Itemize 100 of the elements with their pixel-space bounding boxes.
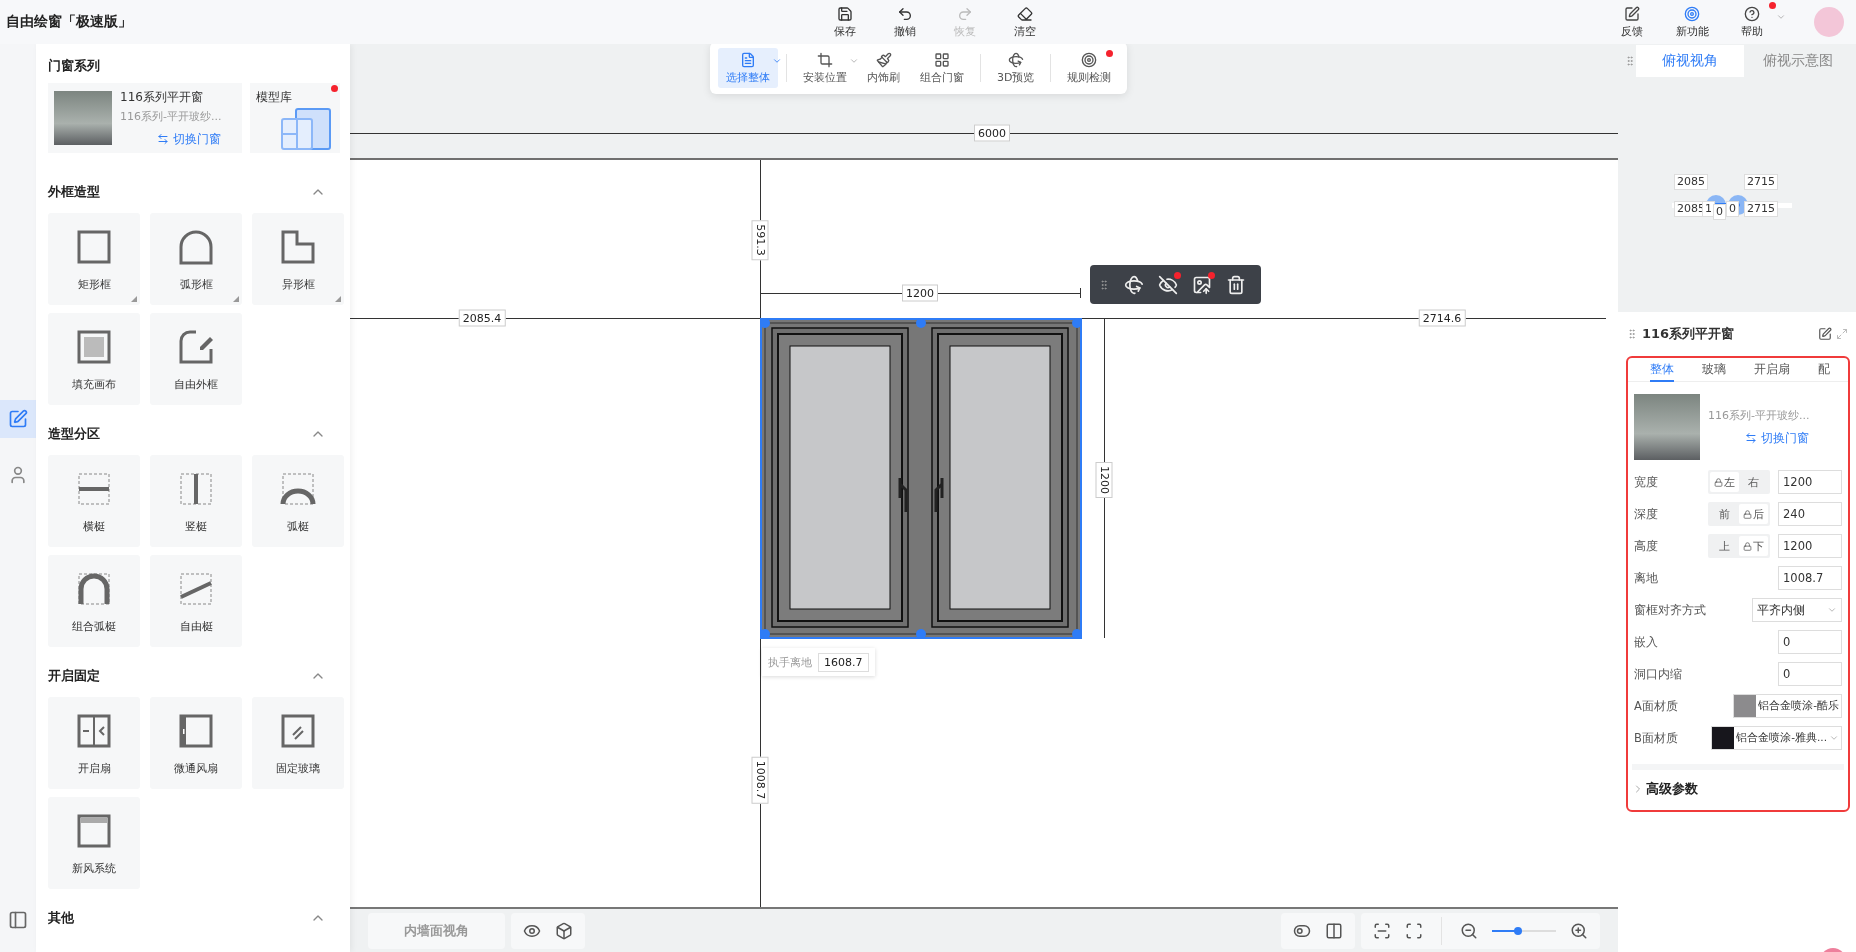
rotate-3d-icon: [1007, 51, 1024, 68]
shape-tile[interactable]: 自由外框: [150, 313, 242, 405]
shape-tile[interactable]: 异形框: [252, 213, 344, 305]
field-label: 窗框对齐方式: [1634, 602, 1707, 618]
switch-link[interactable]: 切换门窗: [157, 130, 222, 148]
tool-button[interactable]: 选择整体: [718, 48, 778, 88]
dimension-label: 2085: [1674, 174, 1708, 190]
view-tab[interactable]: 俯视视角: [1636, 45, 1744, 77]
switch-link[interactable]: 切换门窗: [1745, 429, 1810, 447]
model-library-button[interactable]: 模型库: [250, 83, 340, 153]
tool-button[interactable]: 规则检测: [1059, 48, 1120, 88]
field-label: 高度: [1634, 538, 1659, 554]
caret-icon: [1829, 733, 1839, 743]
shape-tile[interactable]: 自由梃: [150, 555, 242, 647]
field-label: 洞口内缩: [1634, 666, 1683, 682]
handle-height-label: 执手离地: [768, 654, 812, 670]
shape-tile[interactable]: 横梃: [48, 455, 140, 547]
number-input[interactable]: 0: [1778, 630, 1842, 654]
property-tab[interactable]: 玻璃: [1702, 358, 1726, 382]
shape-tile[interactable]: 弧形框: [150, 213, 242, 305]
toolbar-button[interactable]: 保存: [815, 2, 875, 42]
zoom-in-icon[interactable]: [1570, 921, 1588, 940]
drag-handle-icon[interactable]: [1098, 278, 1110, 291]
shape-tile[interactable]: 开启扇: [48, 697, 140, 789]
tool-button[interactable]: 3D预览: [989, 48, 1043, 88]
redo-icon: [957, 5, 973, 22]
dimension-label: 0: [1713, 204, 1726, 220]
notification-dot: [1769, 2, 1776, 9]
lock-option[interactable]: 右: [1739, 472, 1768, 492]
property-tab[interactable]: 开启扇: [1754, 358, 1790, 382]
swap-arrows-icon: [157, 133, 170, 145]
rotate-3d-icon[interactable]: [1124, 274, 1144, 295]
header-link[interactable]: 帮助: [1722, 2, 1782, 42]
dimension-label: 6000: [974, 124, 1010, 142]
target-icon: [1081, 51, 1098, 68]
lock-option[interactable]: 前: [1710, 504, 1739, 524]
drag-handle-icon[interactable]: [1624, 55, 1636, 67]
window-drawing[interactable]: [760, 318, 1082, 639]
swap-arrows-icon: [1745, 432, 1758, 444]
select-field[interactable]: 平齐内侧: [1752, 598, 1842, 622]
save-icon: [837, 5, 853, 22]
tool-button[interactable]: 组合门窗: [912, 48, 972, 88]
zoom-out-icon[interactable]: [1460, 921, 1478, 940]
product-card[interactable]: 116系列平开窗 116系列-平开玻纱... 切换门窗: [48, 83, 242, 153]
shape-tile[interactable]: 竖梃: [150, 455, 242, 547]
columns-icon[interactable]: [1325, 921, 1343, 940]
shape-tile[interactable]: 新风系统: [48, 797, 140, 889]
number-input[interactable]: 1008.7: [1778, 566, 1842, 590]
dimension-label: 0: [1726, 201, 1739, 217]
zoom-slider[interactable]: [1492, 929, 1556, 932]
property-tab[interactable]: 整体: [1650, 358, 1674, 382]
tool-button[interactable]: 内饰刷: [859, 48, 908, 88]
edit-icon[interactable]: [1818, 327, 1832, 341]
select-icon: [740, 51, 756, 68]
property-tab[interactable]: 配: [1818, 358, 1830, 382]
number-input[interactable]: 1200: [1778, 470, 1842, 494]
material-select[interactable]: 铝合金喷涂-雅典...: [1711, 726, 1842, 750]
trash-icon[interactable]: [1226, 274, 1246, 295]
sidebar-tab[interactable]: [0, 400, 36, 438]
tool-button[interactable]: 安装位置: [795, 48, 855, 88]
crop-icon: [817, 51, 833, 68]
shape-tile[interactable]: 固定玻璃: [252, 697, 344, 789]
slider-thumb[interactable]: [1513, 926, 1522, 935]
caret-icon: [1776, 12, 1786, 22]
cube-icon[interactable]: [555, 921, 573, 940]
shape-tile[interactable]: 微通风扇: [150, 697, 242, 789]
lock-icon: [1743, 509, 1752, 519]
header-link[interactable]: 反馈: [1602, 2, 1662, 42]
field-label: 嵌入: [1634, 634, 1659, 650]
shape-tile[interactable]: 填充画布: [48, 313, 140, 405]
shape-tile[interactable]: 组合弧梃: [48, 555, 140, 647]
image-icon[interactable]: [1192, 274, 1212, 295]
dimension-label: 591.3: [751, 220, 769, 260]
shape-tile[interactable]: 弧梃: [252, 455, 344, 547]
hidden-eye-icon[interactable]: [1158, 274, 1178, 295]
lock-option[interactable]: 左: [1710, 472, 1739, 492]
lock-option[interactable]: 上: [1710, 536, 1739, 556]
paintbrush-icon: [875, 51, 892, 68]
dimension-label: 2715: [1744, 174, 1778, 190]
header-link[interactable]: 新功能: [1662, 2, 1722, 42]
drag-handle-icon[interactable]: [1626, 328, 1638, 340]
advanced-toggle[interactable]: 高级参数: [1632, 764, 1844, 798]
material-select[interactable]: 铝合金喷涂-酷乐: [1733, 694, 1842, 718]
focus-icon[interactable]: [1405, 921, 1423, 940]
number-input[interactable]: 240: [1778, 502, 1842, 526]
lock-option[interactable]: 下: [1739, 536, 1768, 556]
toolbar-button[interactable]: 清空: [995, 2, 1055, 42]
number-input[interactable]: 0: [1778, 662, 1842, 686]
photo-placeholder: [1634, 394, 1700, 460]
dimension-label: 2085.4: [458, 309, 506, 327]
lock-icon: [1743, 541, 1752, 551]
field-label: 深度: [1634, 506, 1659, 522]
number-input[interactable]: 1200: [1778, 534, 1842, 558]
panel-toggle-button[interactable]: [8, 910, 28, 930]
lock-option[interactable]: 后: [1739, 504, 1768, 524]
shape-tile[interactable]: 矩形框: [48, 213, 140, 305]
toolbar-button[interactable]: 撤销: [875, 2, 935, 42]
handle-height-value: 1608.7: [818, 652, 869, 672]
frame-select-icon[interactable]: [1373, 921, 1391, 940]
section-title: 其他: [48, 909, 74, 927]
